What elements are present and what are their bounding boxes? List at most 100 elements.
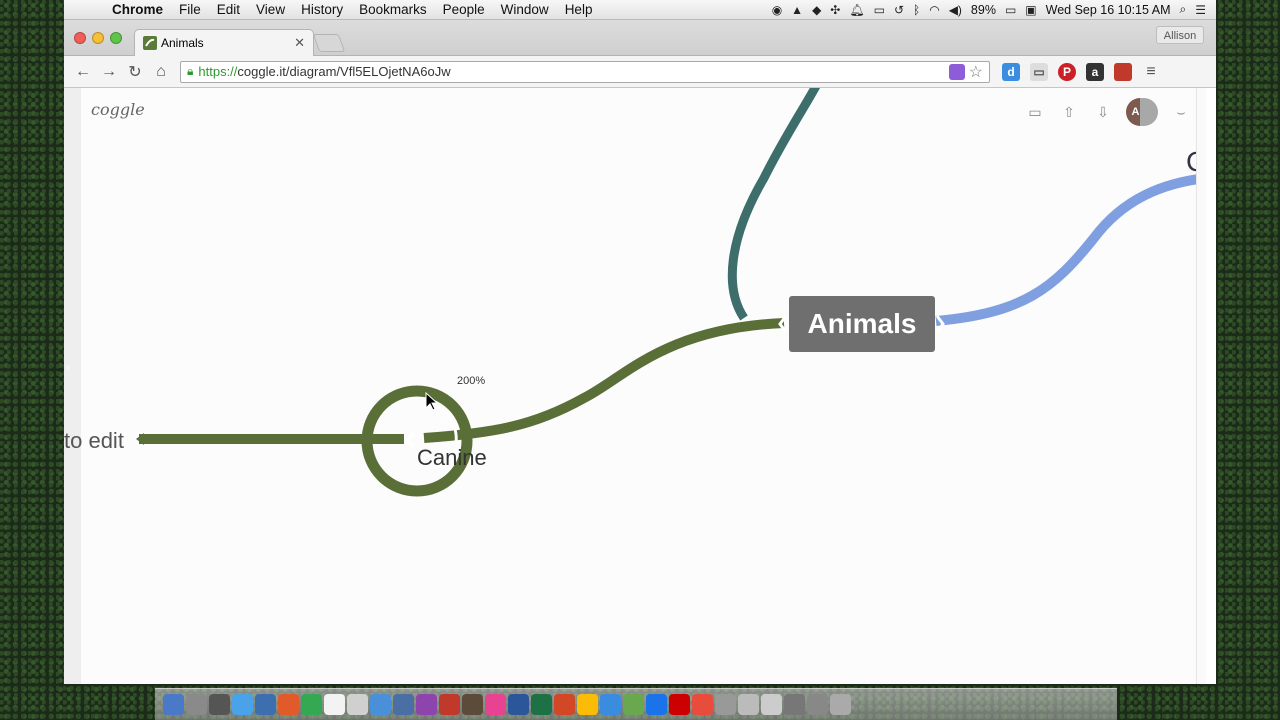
menu-help[interactable]: Help xyxy=(557,2,601,17)
cast-icon[interactable]: ▭ xyxy=(1030,62,1048,81)
dock-app-icon[interactable] xyxy=(577,694,598,715)
red-extension-icon[interactable] xyxy=(1114,62,1132,81)
amazon-icon[interactable]: a xyxy=(1086,62,1104,81)
blue-branch[interactable] xyxy=(935,173,1206,326)
dock-app-icon[interactable] xyxy=(761,694,782,715)
menu-view[interactable]: View xyxy=(248,2,293,17)
drive-icon[interactable]: ▲ xyxy=(791,3,803,17)
time-machine-icon[interactable]: ↺ xyxy=(894,3,904,17)
dock-app-icon[interactable] xyxy=(554,694,575,715)
bookmark-star-icon[interactable]: ☆ xyxy=(969,62,983,82)
dock-app-icon[interactable] xyxy=(531,694,552,715)
flag-icon[interactable]: ▣ xyxy=(1025,3,1036,17)
new-tab-button[interactable] xyxy=(312,34,346,52)
dock-app-icon[interactable] xyxy=(301,694,322,715)
zoom-indicator: 200% xyxy=(457,375,486,387)
address-bar[interactable]: 🔒︎ https:// coggle.it/diagram/Vfl5ELOjet… xyxy=(180,60,990,83)
window-minimize-button[interactable] xyxy=(92,32,104,44)
dock-app-icon[interactable] xyxy=(255,694,276,715)
mindmap-branches xyxy=(136,88,1206,497)
reload-icon[interactable]: ↻ xyxy=(122,60,148,84)
home-icon[interactable]: ⌂ xyxy=(148,60,174,84)
window-maximize-button[interactable] xyxy=(110,32,122,44)
airplay-icon[interactable]: ▭ xyxy=(874,3,885,17)
dock-app-icon[interactable] xyxy=(669,694,690,715)
dock-app-icon[interactable] xyxy=(278,694,299,715)
dropbox-icon[interactable]: ◆ xyxy=(812,3,821,17)
chrome-menu-icon[interactable]: ≡ xyxy=(1142,63,1160,81)
dock-app-icon[interactable] xyxy=(232,694,253,715)
dock-app-icon[interactable] xyxy=(324,694,345,715)
tab-strip: Animals ✕ Allison xyxy=(64,20,1216,56)
record-icon[interactable]: ◉ xyxy=(772,3,782,17)
collapse-icon[interactable]: ⌣ xyxy=(1170,101,1192,123)
central-node-animals[interactable]: Animals xyxy=(789,296,935,352)
menu-file[interactable]: File xyxy=(171,2,209,17)
coggle-canvas[interactable]: › coggle Animals Canine to edit C 200% xyxy=(64,88,1206,684)
dock-app-icon[interactable] xyxy=(209,694,230,715)
dock-app-icon[interactable] xyxy=(393,694,414,715)
pinterest-icon[interactable]: P xyxy=(1058,62,1076,81)
dock-app-icon[interactable] xyxy=(508,694,529,715)
clock[interactable]: Wed Sep 16 10:15 AM xyxy=(1046,3,1171,17)
notification-bell-icon[interactable]: 🔔︎ xyxy=(849,3,864,17)
dock-app-icon[interactable] xyxy=(485,694,506,715)
tab-close-icon[interactable]: ✕ xyxy=(294,35,305,51)
share-upload-icon[interactable]: ⇧ xyxy=(1058,101,1080,123)
dock-app-icon[interactable] xyxy=(715,694,736,715)
dock-app-icon[interactable] xyxy=(784,694,805,715)
extension-icons: d ▭ P a ≡ xyxy=(1002,62,1160,81)
menu-history[interactable]: History xyxy=(293,2,351,17)
grid-icon[interactable]: ✣ xyxy=(830,3,840,17)
battery-icon[interactable]: ▭ xyxy=(1005,3,1016,17)
notification-center-icon[interactable]: ☰ xyxy=(1195,3,1206,17)
collaborators: AM xyxy=(1126,98,1158,126)
dock-app-icon[interactable] xyxy=(186,694,207,715)
dock-app-icon[interactable] xyxy=(462,694,483,715)
forward-arrow-icon[interactable]: → xyxy=(96,60,122,84)
teal-branch[interactable] xyxy=(727,88,820,321)
vertical-scrollbar[interactable] xyxy=(1196,88,1206,684)
menu-edit[interactable]: Edit xyxy=(209,2,248,17)
dock-app-icon[interactable] xyxy=(830,694,851,715)
canine-chevron-icon[interactable] xyxy=(404,431,416,449)
back-arrow-icon[interactable]: ← xyxy=(70,60,96,84)
menu-window[interactable]: Window xyxy=(493,2,557,17)
volume-icon[interactable]: ◀︎) xyxy=(949,3,962,17)
dock-app-icon[interactable] xyxy=(347,694,368,715)
dock-app-icon[interactable] xyxy=(623,694,644,715)
dock-app-icon[interactable] xyxy=(692,694,713,715)
profile-button[interactable]: Allison xyxy=(1156,26,1204,44)
coggle-toolbar: ▭ ⇧ ⇩ AM ⌣ xyxy=(1024,98,1192,126)
dock-app-icon[interactable] xyxy=(370,694,391,715)
dock-app-icon[interactable] xyxy=(807,694,828,715)
dock-app-icon[interactable] xyxy=(600,694,621,715)
tab-animals[interactable]: Animals ✕ xyxy=(134,29,314,56)
coggle-favicon-icon xyxy=(143,36,157,50)
d-extension-icon[interactable]: d xyxy=(1002,62,1020,81)
url-scheme: https:// xyxy=(198,64,238,79)
bluetooth-icon[interactable]: ᛒ xyxy=(913,3,920,17)
extension-puzzle-icon[interactable] xyxy=(948,63,965,80)
lock-icon: 🔒︎ xyxy=(187,64,194,78)
dock-app-icon[interactable] xyxy=(439,694,460,715)
battery-percent[interactable]: 89% xyxy=(971,3,996,17)
dock-app-icon[interactable] xyxy=(646,694,667,715)
spotlight-search-icon[interactable]: ⌕ xyxy=(1180,2,1187,17)
menu-bookmarks[interactable]: Bookmarks xyxy=(351,2,435,17)
download-icon[interactable]: ⇩ xyxy=(1092,101,1114,123)
node-left-partial[interactable]: to edit xyxy=(64,428,124,454)
dock-app-icon[interactable] xyxy=(416,694,437,715)
avatar-more-button[interactable] xyxy=(1140,98,1158,126)
menu-people[interactable]: People xyxy=(435,2,493,17)
tab-title: Animals xyxy=(161,36,204,50)
wifi-icon[interactable]: ◠ xyxy=(929,3,939,17)
dock-app-icon[interactable] xyxy=(163,694,184,715)
present-icon[interactable]: ▭ xyxy=(1024,101,1046,123)
dock-app-icon[interactable] xyxy=(738,694,759,715)
window-controls xyxy=(74,32,122,44)
node-canine[interactable]: Canine xyxy=(417,445,487,471)
window-close-button[interactable] xyxy=(74,32,86,44)
macos-dock xyxy=(155,688,1117,720)
menu-app-name[interactable]: Chrome xyxy=(104,2,171,17)
